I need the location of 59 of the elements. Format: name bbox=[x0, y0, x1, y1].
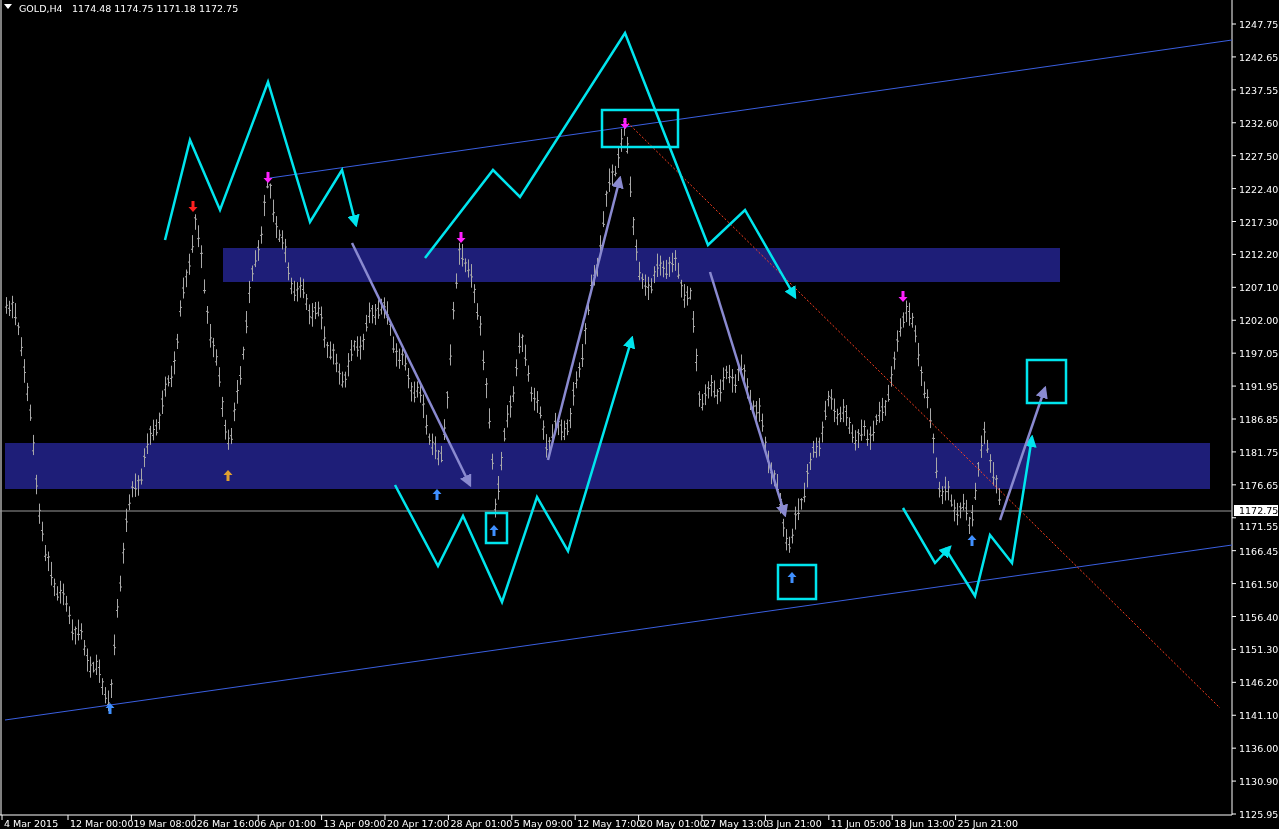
price-label: 1207.10 bbox=[1239, 282, 1279, 294]
price-label: 1186.85 bbox=[1239, 414, 1279, 425]
down-arrow-icon bbox=[620, 118, 630, 129]
price-label: 1232.60 bbox=[1239, 117, 1279, 129]
time-label: 3 Jun 21:00 bbox=[767, 818, 822, 829]
price-label: 1125.95 bbox=[1239, 809, 1279, 820]
price-label: 1197.05 bbox=[1239, 348, 1279, 360]
chart-symbol: GOLD,H4 bbox=[19, 3, 63, 14]
time-label: 18 Jun 13:00 bbox=[894, 818, 955, 829]
price-label: 1130.90 bbox=[1239, 776, 1279, 788]
price-label: 1237.55 bbox=[1239, 84, 1279, 96]
price-label: 1247.75 bbox=[1239, 19, 1279, 30]
price-label: 1181.75 bbox=[1239, 446, 1279, 458]
highlight-box bbox=[1025, 358, 1068, 405]
highlight-box bbox=[776, 563, 818, 601]
price-label: 1171.55 bbox=[1239, 520, 1279, 532]
price-label: 1202.00 bbox=[1239, 315, 1279, 327]
price-label: 1242.65 bbox=[1239, 51, 1279, 63]
up-arrow-icon bbox=[489, 525, 499, 536]
price-label: 1151.30 bbox=[1239, 644, 1279, 656]
time-label: 6 Apr 01:00 bbox=[260, 818, 317, 829]
price-label: 1146.20 bbox=[1239, 677, 1279, 689]
price-label: 1136.00 bbox=[1239, 743, 1279, 755]
price-label: 1156.40 bbox=[1239, 611, 1279, 623]
price-label: 1217.30 bbox=[1239, 216, 1279, 228]
time-label: 20 May 01:00 bbox=[640, 818, 706, 829]
up-arrow-icon bbox=[223, 470, 233, 481]
price-label: 1161.50 bbox=[1239, 578, 1279, 590]
time-label: 20 Apr 17:00 bbox=[387, 818, 449, 829]
down-arrow-icon bbox=[263, 172, 273, 183]
time-label: 5 May 09:00 bbox=[513, 818, 573, 829]
time-label: 11 Jun 05:00 bbox=[830, 818, 892, 829]
time-label: 12 Mar 00:00 bbox=[70, 818, 134, 829]
price-label: 1141.10 bbox=[1239, 710, 1279, 722]
highlight-box bbox=[484, 511, 509, 545]
time-label: 12 May 17:00 bbox=[577, 818, 643, 829]
dropdown-icon[interactable] bbox=[4, 4, 12, 9]
down-arrow-icon bbox=[456, 232, 466, 243]
price-label: 1166.45 bbox=[1239, 545, 1279, 557]
time-label: 27 May 13:00 bbox=[704, 818, 770, 829]
time-label: 19 Mar 08:00 bbox=[133, 818, 197, 829]
ohlc-quotes: 1174.48 1174.75 1171.18 1172.75 bbox=[72, 3, 239, 14]
price-label: 1227.50 bbox=[1239, 150, 1279, 162]
price-label: 1222.40 bbox=[1239, 183, 1279, 195]
time-label: 28 Apr 01:00 bbox=[450, 818, 513, 829]
price-label: 1176.65 bbox=[1239, 479, 1279, 491]
current-price-label: 1172.75 bbox=[1234, 505, 1279, 516]
up-arrow-icon bbox=[787, 572, 797, 583]
price-label: 1212.20 bbox=[1239, 249, 1279, 261]
price-label: 1191.95 bbox=[1239, 381, 1279, 393]
up-arrow-icon bbox=[432, 489, 442, 500]
time-label: 25 Jun 21:00 bbox=[957, 818, 1018, 829]
up-arrow-icon bbox=[967, 535, 977, 546]
time-label: 4 Mar 2015 bbox=[4, 818, 59, 829]
up-arrow-icon bbox=[105, 703, 115, 714]
time-label: 26 Mar 16:00 bbox=[196, 818, 261, 829]
down-arrow-icon bbox=[188, 201, 198, 212]
down-arrow-icon bbox=[898, 291, 908, 302]
time-label: 13 Apr 09:00 bbox=[323, 818, 386, 829]
